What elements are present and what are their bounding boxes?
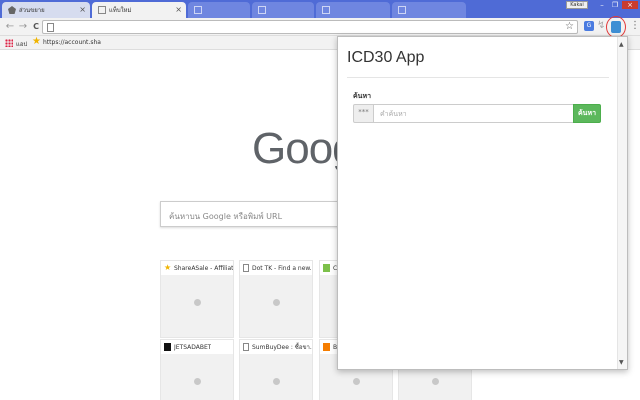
tab-background[interactable]	[188, 2, 250, 18]
tile-thumbnail	[194, 299, 201, 306]
page-icon	[47, 23, 54, 32]
window-controls: – ❐ ×	[596, 1, 638, 9]
input-addon: ***	[353, 104, 374, 123]
scroll-down-icon[interactable]: ▼	[619, 359, 624, 366]
bookmark-star-icon[interactable]: ☆	[565, 21, 574, 32]
tab-strip: ส่วนขยาย × แท็บใหม่ × Kakai – ❐ ×	[0, 0, 640, 18]
most-visited-tile[interactable]: JETSADABET	[160, 339, 234, 400]
user-badge[interactable]: Kakai	[566, 1, 588, 9]
page-icon	[322, 6, 330, 14]
minimize-icon[interactable]: –	[596, 1, 608, 9]
blogger-icon	[323, 343, 330, 351]
tile-thumbnail	[353, 378, 360, 385]
bookmark-link[interactable]: https://account.sha	[43, 39, 101, 46]
page-icon	[258, 6, 266, 14]
most-visited-tile[interactable]: Dot TK - Find a new...	[239, 260, 313, 338]
site-favicon-icon	[164, 343, 171, 351]
address-bar[interactable]: ☆	[42, 20, 578, 34]
tile-thumbnail	[194, 378, 201, 385]
reload-icon[interactable]: C	[30, 21, 42, 33]
translate-extension-icon[interactable]: G	[584, 21, 594, 31]
page-icon	[194, 6, 202, 14]
browser-toolbar: ← → C ☆	[0, 18, 640, 36]
page-icon	[98, 6, 106, 14]
tile-header: JETSADABET	[161, 340, 233, 354]
tab-new-tab[interactable]: แท็บใหม่ ×	[92, 2, 186, 18]
tile-title: Dot TK - Find a new...	[252, 264, 312, 272]
site-favicon-icon	[323, 264, 330, 272]
forward-icon[interactable]: →	[17, 21, 29, 33]
back-icon[interactable]: ←	[4, 21, 16, 33]
star-icon: ★	[32, 36, 41, 47]
highlight-circle	[606, 16, 626, 38]
close-icon[interactable]: ×	[175, 5, 182, 14]
puzzle-icon	[8, 6, 16, 14]
page-icon	[243, 343, 249, 351]
search-input-group: *** ค้นหา	[353, 104, 601, 123]
tile-header: ★ ShareASale - Affiliat...	[161, 261, 233, 275]
tile-thumbnail	[432, 378, 439, 385]
search-placeholder: ค้นหาบน Google หรือพิมพ์ URL	[169, 212, 283, 221]
apps-grid-icon[interactable]	[5, 39, 13, 47]
tile-header: SumBuyDee : ซื้อขา...	[240, 340, 312, 354]
page-icon	[243, 264, 249, 272]
page-icon	[398, 6, 406, 14]
popup-title: ICD30 App	[347, 49, 425, 66]
search-label: ค้นหา	[353, 92, 372, 100]
tab-extensions[interactable]: ส่วนขยาย ×	[2, 2, 90, 18]
icd30-popup: ICD30 App ค้นหา *** ค้นหา ▲ ▼	[337, 36, 628, 370]
search-button[interactable]: ค้นหา	[573, 104, 601, 123]
extension-icon[interactable]: ↯	[597, 20, 605, 31]
close-window-icon[interactable]: ×	[622, 1, 638, 9]
most-visited-tile[interactable]: ★ ShareASale - Affiliat...	[160, 260, 234, 338]
tile-title: JETSADABET	[174, 343, 212, 351]
tab-label: ส่วนขยาย	[19, 7, 45, 14]
close-icon[interactable]: ×	[79, 5, 86, 14]
search-input[interactable]	[373, 104, 574, 123]
tab-background[interactable]	[392, 2, 466, 18]
google-search-input[interactable]: ค้นหาบน Google หรือพิมพ์ URL	[160, 201, 360, 227]
menu-icon[interactable]: ⋮	[630, 20, 640, 31]
tab-label: แท็บใหม่	[109, 7, 132, 14]
tab-background[interactable]	[316, 2, 390, 18]
tile-thumbnail	[273, 378, 280, 385]
tile-header: Dot TK - Find a new...	[240, 261, 312, 275]
star-icon: ★	[164, 263, 172, 272]
bookmark-apps[interactable]: แอป	[16, 39, 27, 49]
tile-title: SumBuyDee : ซื้อขา...	[252, 344, 312, 351]
restore-icon[interactable]: ❐	[609, 1, 621, 9]
divider	[347, 77, 609, 78]
tile-title: ShareASale - Affiliat...	[174, 264, 233, 272]
scroll-up-icon[interactable]: ▲	[619, 41, 624, 48]
tab-background[interactable]	[252, 2, 314, 18]
scrollbar[interactable]: ▲ ▼	[617, 37, 627, 369]
most-visited-tile[interactable]: SumBuyDee : ซื้อขา...	[239, 339, 313, 400]
tile-thumbnail	[273, 299, 280, 306]
